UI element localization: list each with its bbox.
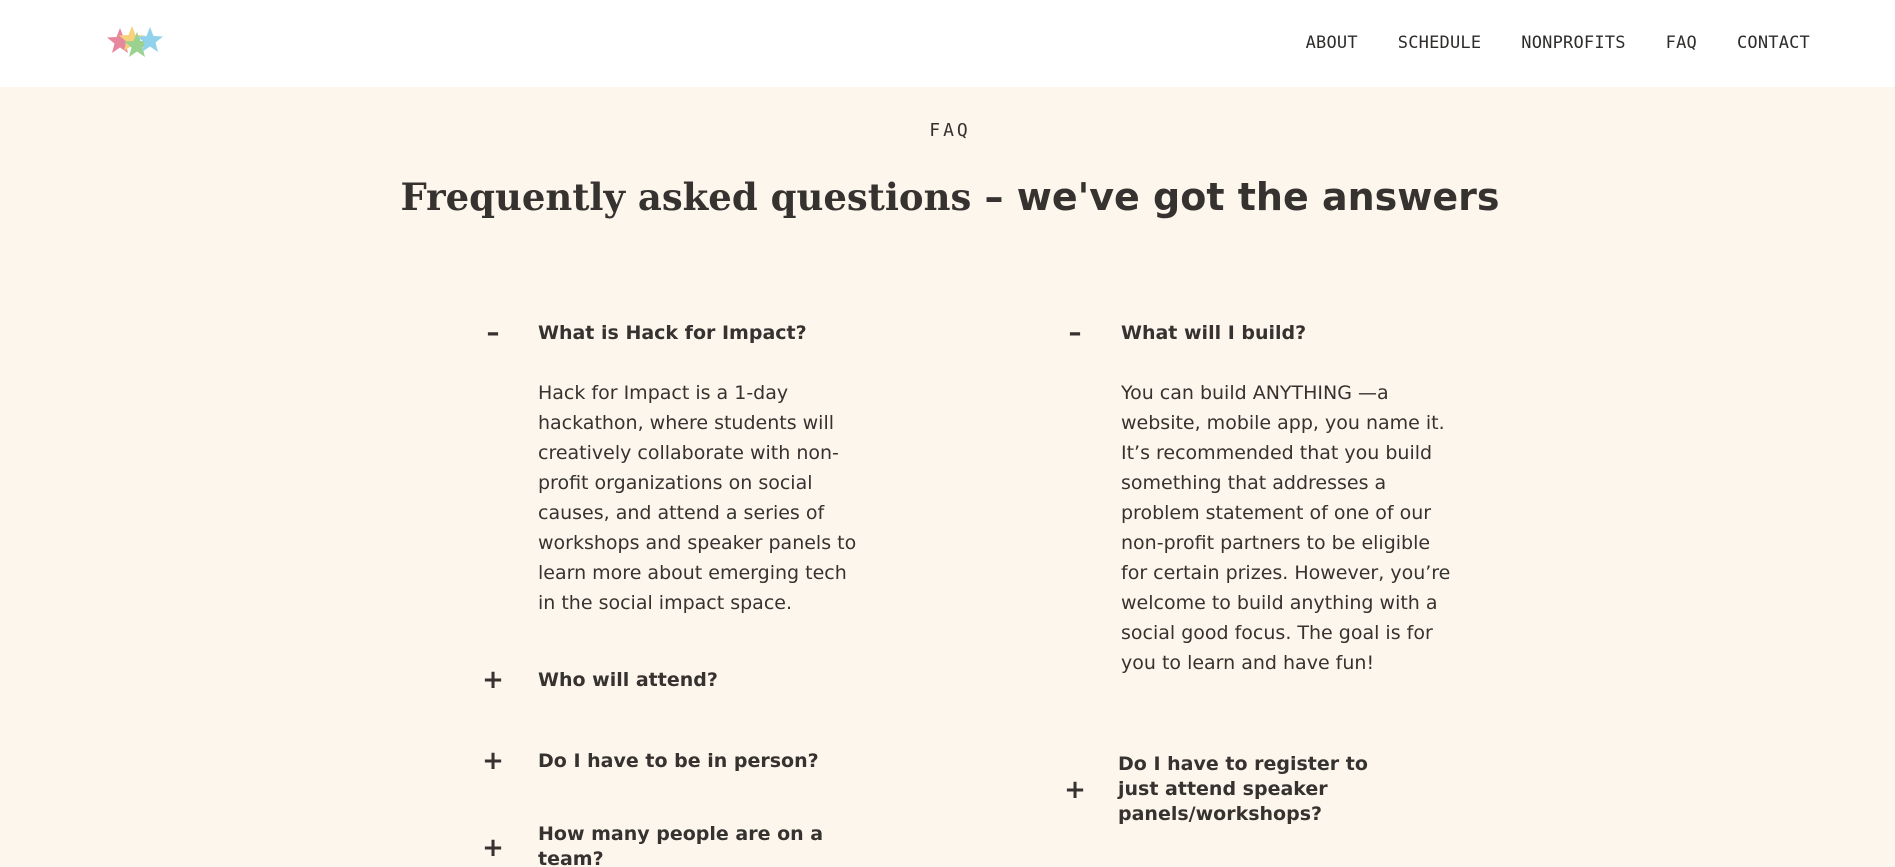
- faq-question[interactable]: Do I have to register to just attend spe…: [1118, 752, 1408, 827]
- nav-nonprofits-link[interactable]: NONPROFITS: [1521, 33, 1625, 53]
- stars-logo-icon[interactable]: [104, 22, 170, 62]
- expand-icon[interactable]: +: [481, 835, 505, 861]
- nav-about-link[interactable]: ABOUT: [1306, 33, 1358, 53]
- expand-icon[interactable]: +: [481, 748, 505, 774]
- faq-answer: Hack for Impact is a 1-day hackathon, wh…: [538, 382, 857, 614]
- expand-icon[interactable]: +: [1063, 777, 1087, 803]
- faq-answer: You can build ANYTHING —a website, mobil…: [1121, 382, 1451, 674]
- site-header: ABOUT SCHEDULE NONPROFITS FAQ CONTACT: [0, 0, 1895, 87]
- section-title: Frequently asked questions – we've got t…: [0, 175, 1895, 220]
- nav-faq-link[interactable]: FAQ: [1666, 33, 1697, 53]
- faq-question[interactable]: Who will attend?: [538, 668, 858, 693]
- nav-schedule-link[interactable]: SCHEDULE: [1398, 33, 1481, 53]
- faq-question[interactable]: What is Hack for Impact?: [538, 321, 858, 346]
- expand-icon[interactable]: +: [481, 667, 505, 693]
- section-title-rest: – we've got the answers: [971, 175, 1500, 219]
- section-eyebrow: FAQ: [929, 120, 971, 141]
- main-nav: ABOUT SCHEDULE NONPROFITS FAQ CONTACT: [1306, 33, 1810, 53]
- collapse-icon[interactable]: –: [1063, 320, 1087, 346]
- section-title-bold: Frequently asked questions: [400, 175, 972, 219]
- nav-contact-link[interactable]: CONTACT: [1737, 33, 1810, 53]
- faq-question[interactable]: What will I build?: [1121, 321, 1451, 346]
- faq-question[interactable]: Do I have to be in person?: [538, 749, 858, 774]
- collapse-icon[interactable]: –: [481, 320, 505, 346]
- faq-question[interactable]: How many people are on a team?: [538, 822, 828, 867]
